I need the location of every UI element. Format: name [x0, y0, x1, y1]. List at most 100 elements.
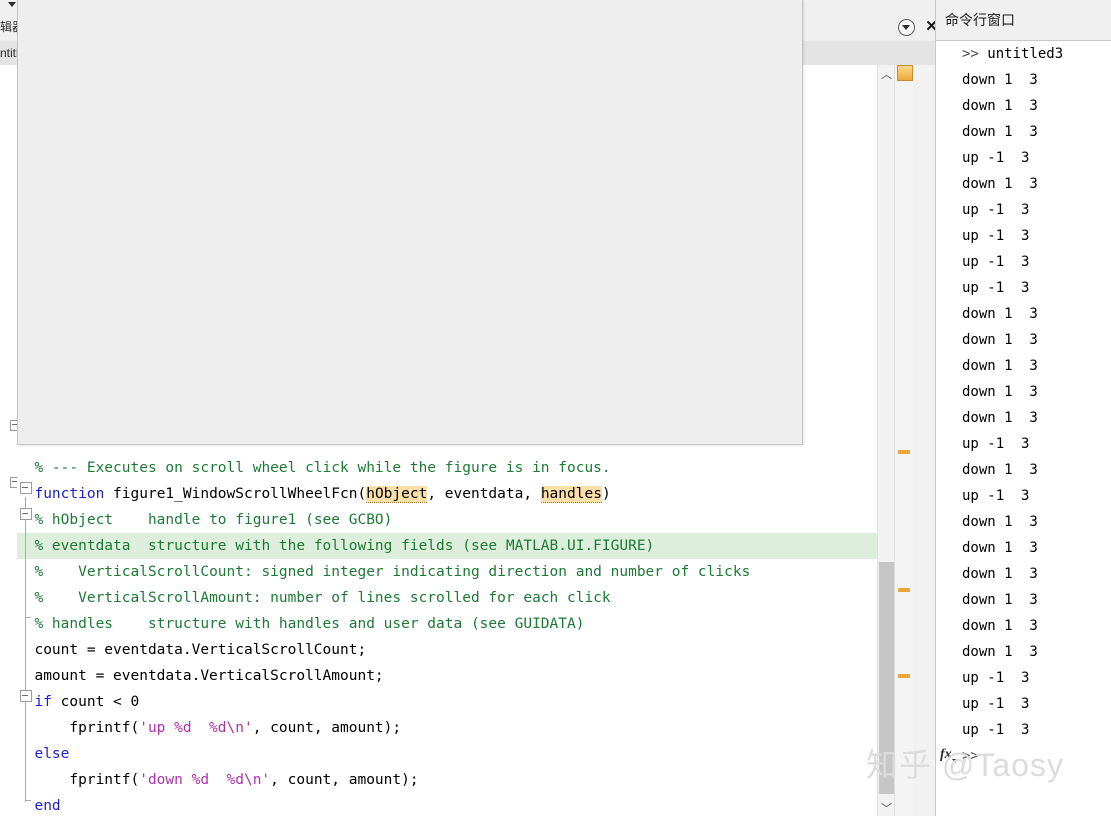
command-input-line[interactable]: >> — [962, 743, 979, 769]
code-token: 'up %d %d\n' — [139, 720, 253, 736]
command-output-line: down 1 3 — [962, 327, 1038, 353]
code-token: if — [34, 694, 51, 710]
function-browser-fx-icon[interactable]: fx — [940, 747, 958, 765]
command-output-line: up -1 3 — [962, 197, 1029, 223]
command-output-text: down 1 3 — [962, 358, 1038, 374]
command-output-line: down 1 3 — [962, 67, 1038, 93]
command-output-text: down 1 3 — [962, 124, 1038, 140]
editor-body-sliver — [0, 65, 17, 816]
command-output-line: down 1 3 — [962, 353, 1038, 379]
command-output-line: up -1 3 — [962, 691, 1029, 717]
command-output-line: up -1 3 — [962, 145, 1029, 171]
code-token: end — [34, 798, 60, 814]
command-output-text: down 1 3 — [962, 306, 1038, 322]
code-line[interactable]: if count < 0 — [17, 689, 877, 715]
command-output-line: up -1 3 — [962, 275, 1029, 301]
fold-range-line — [25, 497, 26, 802]
code-analyzer-warning-marker[interactable] — [898, 674, 910, 678]
dock-menu-icon[interactable] — [898, 19, 915, 36]
command-output-line: down 1 3 — [962, 301, 1038, 327]
code-line[interactable]: fprintf('down %d %d\n', count, amount); — [17, 767, 877, 793]
command-output-line: >> untitled3 — [962, 41, 1063, 67]
scroll-down-arrow-icon[interactable]: ﹀ — [878, 799, 895, 816]
fold-marker[interactable] — [10, 477, 17, 488]
code-analyzer-warning-marker[interactable] — [898, 588, 910, 592]
matlab-ide-screenshot: 辑器 ntitl ✕ % --- Executes on scroll whee… — [0, 0, 1111, 816]
code-token: count < 0 — [52, 694, 139, 710]
command-output-text: up -1 3 — [962, 280, 1029, 296]
command-output-text: down 1 3 — [962, 592, 1038, 608]
code-line[interactable]: end — [17, 793, 877, 816]
code-token: % eventdata structure with the following… — [34, 538, 654, 554]
command-window-title: 命令行窗口 — [936, 0, 1111, 41]
code-analyzer-strip[interactable] — [894, 65, 914, 816]
command-output-line: up -1 3 — [962, 431, 1029, 457]
command-output-line: up -1 3 — [962, 717, 1029, 743]
command-output-text: down 1 3 — [962, 332, 1038, 348]
code-token: ) — [602, 486, 611, 502]
editor-vertical-scrollbar[interactable]: ︿ ﹀ — [877, 65, 895, 816]
code-line[interactable]: fprintf('up %d %d\n', count, amount); — [17, 715, 877, 741]
command-output-line: up -1 3 — [962, 223, 1029, 249]
command-output-line: down 1 3 — [962, 405, 1038, 431]
code-line[interactable]: % VerticalScrollAmount: number of lines … — [17, 585, 877, 611]
code-token: else — [34, 746, 69, 762]
chevron-down-icon[interactable] — [8, 2, 16, 7]
command-output-line: up -1 3 — [962, 665, 1029, 691]
command-window-output[interactable]: >> untitled3down 1 3down 1 3down 1 3up -… — [936, 41, 1111, 816]
document-tab-label-sliver[interactable]: ntitl — [0, 41, 17, 66]
command-output-text: up -1 3 — [962, 254, 1029, 270]
code-analyzer-warning-marker[interactable] — [898, 450, 910, 454]
code-line[interactable]: % VerticalScrollCount: signed integer in… — [17, 559, 877, 585]
code-fold-toggle-icon[interactable] — [20, 690, 32, 702]
command-output-text: up -1 3 — [962, 202, 1029, 218]
command-output-text: down 1 3 — [962, 98, 1038, 114]
code-line[interactable]: function figure1_WindowScrollWheelFcn(hO… — [17, 481, 877, 507]
code-token: % VerticalScrollCount: signed integer in… — [34, 564, 750, 580]
fold-range-end-tick — [25, 800, 31, 801]
code-fold-toggle-icon[interactable] — [20, 508, 32, 520]
code-token: handles — [541, 486, 602, 503]
code-line[interactable]: else — [17, 741, 877, 767]
scrollbar-thumb[interactable] — [879, 562, 894, 794]
command-output-text: down 1 3 — [962, 540, 1038, 556]
code-line[interactable]: % eventdata structure with the following… — [17, 533, 877, 559]
code-token: , eventdata, — [427, 486, 541, 502]
command-output-text: up -1 3 — [962, 696, 1029, 712]
code-fold-toggle-icon[interactable] — [20, 482, 32, 494]
editor-tab-label-sliver[interactable]: 辑器 — [0, 14, 17, 42]
code-analyzer-status-icon[interactable] — [897, 65, 913, 81]
fx-chevron-down-icon[interactable] — [952, 759, 958, 763]
code-token: , count, amount); — [253, 720, 401, 736]
code-token: , count, amount); — [270, 772, 418, 788]
command-output-text: up -1 3 — [962, 670, 1029, 686]
scroll-up-arrow-icon[interactable]: ︿ — [878, 65, 895, 82]
code-line[interactable]: % handles structure with handles and use… — [17, 611, 877, 637]
code-token: % hObject handle to figure1 (see GCBO) — [34, 512, 392, 528]
command-output-line: down 1 3 — [962, 93, 1038, 119]
command-output-text: up -1 3 — [962, 488, 1029, 504]
command-output-text: down 1 3 — [962, 566, 1038, 582]
command-output-text: down 1 3 — [962, 514, 1038, 530]
command-output-line: down 1 3 — [962, 561, 1038, 587]
command-prompt-symbol: >> — [962, 748, 979, 764]
left-desktop-sliver: 辑器 ntitl — [0, 0, 17, 816]
command-output-line: up -1 3 — [962, 249, 1029, 275]
command-output-line: down 1 3 — [962, 171, 1038, 197]
code-line[interactable]: % hObject handle to figure1 (see GCBO) — [17, 507, 877, 533]
command-output-line: down 1 3 — [962, 639, 1038, 665]
code-line[interactable]: % --- Executes on scroll wheel click whi… — [17, 455, 877, 481]
code-line[interactable]: amount = eventdata.VerticalScrollAmount; — [17, 663, 877, 689]
code-line[interactable]: count = eventdata.VerticalScrollCount; — [17, 637, 877, 663]
code-token: count = eventdata.VerticalScrollCount; — [17, 642, 366, 658]
fold-marker[interactable] — [10, 420, 17, 431]
code-token: % --- Executes on scroll wheel click whi… — [34, 460, 610, 476]
command-output-text: untitled3 — [987, 46, 1063, 62]
toolstrip-sliver — [0, 0, 17, 15]
command-output-text: down 1 3 — [962, 618, 1038, 634]
command-output-line: down 1 3 — [962, 613, 1038, 639]
code-token: 'down %d %d\n' — [139, 772, 270, 788]
figure-window-overlay[interactable] — [17, 0, 803, 445]
code-token: amount = eventdata.VerticalScrollAmount; — [17, 668, 384, 684]
code-token: hObject — [366, 486, 427, 503]
